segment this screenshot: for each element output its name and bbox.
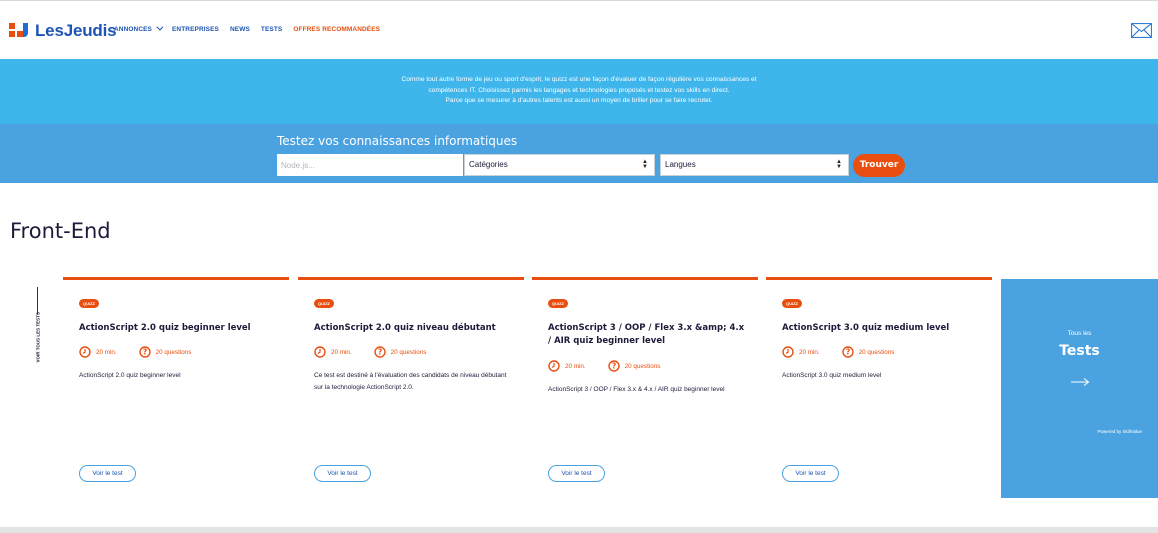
clock-icon [79, 346, 91, 358]
search-input[interactable] [277, 154, 463, 176]
card-meta: 20 min. ? 20 questions [314, 346, 426, 358]
card-duration: 20 min. [96, 348, 117, 356]
card-questions: 20 questions [624, 362, 661, 370]
card-description: Ce test est destiné à l'évaluation des c… [314, 372, 507, 391]
card-duration: 20 min. [799, 348, 820, 356]
quiz-badge: QUIZZ [79, 299, 99, 308]
view-test-button[interactable]: Voir le test [782, 465, 839, 482]
card-title[interactable]: ActionScript 3 / OOP / Flex 3.x &amp; 4.… [548, 322, 748, 348]
card-meta: 20 min. ? 20 questions [548, 360, 660, 372]
test-card: QUIZZ ActionScript 3.0 quiz medium level… [766, 277, 992, 499]
chevron-down-icon [156, 23, 164, 31]
language-select[interactable]: Langues ▲ ▼ [660, 154, 849, 176]
svg-text:?: ? [377, 348, 381, 357]
site-header: LesJeudis ANNONCES ENTREPRISES NEWS TEST… [0, 0, 1158, 59]
card-description: ActionScript 2.0 quiz beginner level [79, 372, 181, 379]
card-questions: 20 questions [390, 348, 427, 356]
test-card: QUIZZ ActionScript 3 / OOP / Flex 3.x &a… [532, 277, 758, 499]
card-description: ActionScript 3.0 quiz medium level [782, 372, 882, 379]
search-title: Testez vos connaissances informatiques [277, 134, 518, 148]
card-questions: 20 questions [858, 348, 895, 356]
logo-text: LesJeudis [35, 21, 117, 40]
search-band: Testez vos connaissances informatiques C… [0, 124, 1158, 183]
banner-text: Comme tout autre forme de jeu ou sport d… [401, 76, 757, 104]
card-meta: 20 min. ? 20 questions [782, 346, 894, 358]
card-title[interactable]: ActionScript 3.0 quiz medium level [782, 322, 982, 335]
see-all-tests-link[interactable]: VOIR TOUS LES TESTS [36, 312, 41, 362]
card-title[interactable]: ActionScript 2.0 quiz niveau débutant [314, 322, 514, 335]
question-icon: ? [373, 346, 386, 358]
question-icon: ? [841, 346, 854, 358]
test-card: QUIZZ ActionScript 2.0 quiz niveau début… [298, 277, 524, 499]
side-divider [37, 287, 38, 314]
arrow-right-icon [1071, 378, 1090, 386]
section-title: Front-End [10, 219, 111, 243]
nav-item-offres-recommandees[interactable]: OFFRES RECOMMANDÉES [293, 26, 380, 33]
category-select[interactable]: Catégories ▲ ▼ [464, 154, 655, 176]
card-duration: 20 min. [331, 348, 352, 356]
all-tests-promo[interactable]: Tous les Tests Powered by SkillValue [1001, 279, 1158, 498]
clock-icon [782, 346, 794, 358]
card-meta: 20 min. ? 20 questions [79, 346, 191, 358]
site-logo[interactable]: LesJeudis [9, 21, 117, 41]
question-icon: ? [607, 360, 620, 372]
logo-mark-icon [9, 23, 29, 39]
select-arrows-icon: ▲ ▼ [836, 159, 842, 170]
search-button[interactable]: Trouver [853, 154, 905, 177]
clock-icon [548, 360, 560, 372]
svg-text:?: ? [845, 348, 849, 357]
quiz-badge: QUIZZ [314, 299, 334, 308]
svg-text:?: ? [611, 362, 615, 371]
nav-item-tests[interactable]: TESTS [261, 26, 282, 33]
view-test-button[interactable]: Voir le test [314, 465, 371, 482]
card-description: ActionScript 3 / OOP / Flex 3.x & 4.x / … [548, 386, 725, 393]
nav-item-annonces[interactable]: ANNONCES [114, 23, 164, 33]
footer-divider [0, 527, 1158, 533]
view-test-button[interactable]: Voir le test [548, 465, 605, 482]
card-title[interactable]: ActionScript 2.0 quiz beginner level [79, 322, 279, 335]
svg-text:?: ? [142, 348, 146, 357]
select-arrows-icon: ▲ ▼ [642, 159, 648, 170]
powered-by-text: Powered by SkillValue [1097, 429, 1142, 434]
nav-item-news[interactable]: NEWS [230, 26, 250, 33]
main-nav: ANNONCES ENTREPRISES NEWS TESTS OFFRES R… [114, 23, 380, 33]
card-questions: 20 questions [155, 348, 192, 356]
quiz-badge: QUIZZ [782, 299, 802, 308]
promo-small-text: Tous les [1067, 330, 1092, 337]
view-test-button[interactable]: Voir le test [79, 465, 136, 482]
test-card: QUIZZ ActionScript 2.0 quiz beginner lev… [63, 277, 289, 499]
intro-banner: Comme tout autre forme de jeu ou sport d… [0, 59, 1158, 124]
card-duration: 20 min. [565, 362, 586, 370]
nav-item-entreprises[interactable]: ENTREPRISES [172, 26, 219, 33]
question-icon: ? [138, 346, 151, 358]
clock-icon [314, 346, 326, 358]
promo-big-text: Tests [1059, 343, 1100, 359]
mail-icon[interactable] [1131, 23, 1152, 38]
quiz-badge: QUIZZ [548, 299, 568, 308]
